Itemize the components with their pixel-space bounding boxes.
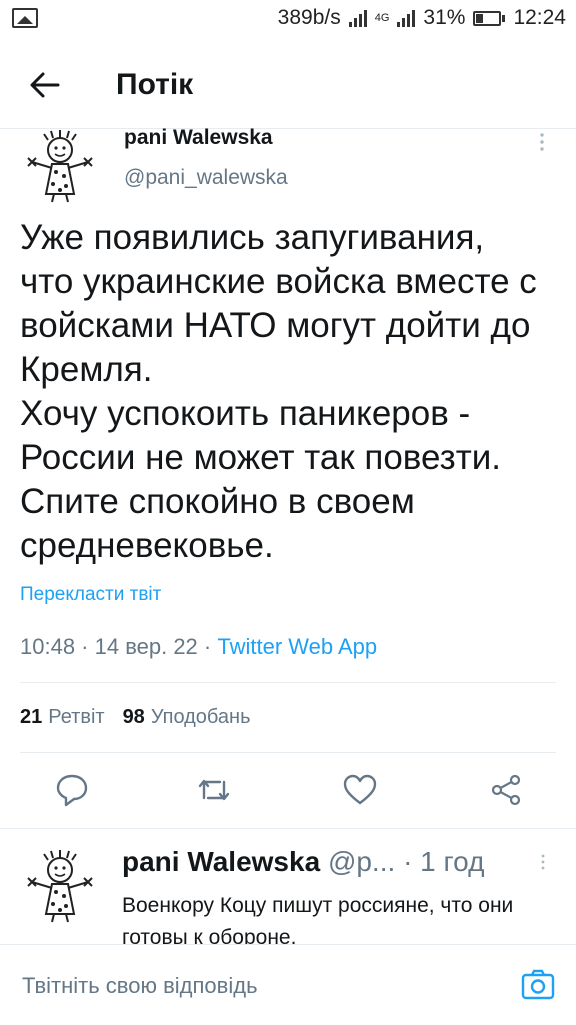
network-type: 4G xyxy=(374,12,390,24)
clock: 12:24 xyxy=(513,6,566,29)
reply-input-placeholder[interactable]: Твітніть свою відповідь xyxy=(22,973,258,999)
reply-composer[interactable]: Твітніть свою відповідь xyxy=(0,944,576,1025)
back-arrow-icon[interactable] xyxy=(28,68,62,102)
page-title: Потік xyxy=(116,68,194,101)
reply-avatar[interactable] xyxy=(22,848,98,924)
network-speed: 389b/s xyxy=(277,6,341,29)
more-icon[interactable] xyxy=(538,132,546,152)
battery-percent: 31% xyxy=(423,6,466,29)
reply-time: · 1 год xyxy=(403,846,485,877)
top-bar: Потік xyxy=(0,40,576,129)
signal-icon-2 xyxy=(397,9,416,27)
retweets-stat[interactable]: 21 Ретвіт xyxy=(20,706,105,728)
avatar[interactable] xyxy=(22,128,98,204)
reply-header: pani Walewska @p... · 1 год xyxy=(122,846,484,878)
like-icon[interactable] xyxy=(342,772,378,808)
translate-link[interactable]: Перекласти твіт xyxy=(20,584,161,606)
likes-stat[interactable]: 98 Уподобань xyxy=(123,706,251,728)
likes-count: 98 xyxy=(122,706,145,728)
share-icon[interactable] xyxy=(488,772,524,808)
reply-author-handle[interactable]: @p... xyxy=(328,846,395,877)
retweets-count: 21 xyxy=(20,706,43,728)
retweet-icon[interactable] xyxy=(196,772,232,808)
reply-icon[interactable] xyxy=(54,772,90,808)
tweet-stats: 21 Ретвіт 98 Уподобань xyxy=(20,706,251,729)
reply-more-icon[interactable] xyxy=(540,854,546,870)
camera-icon[interactable] xyxy=(520,967,556,1003)
divider xyxy=(20,682,556,683)
timestamp: 10:48 · 14 вер. 22 · xyxy=(20,634,218,659)
battery-icon xyxy=(473,10,506,26)
signal-icon xyxy=(348,9,367,27)
status-bar: 389b/s 4G 31% 12:24 xyxy=(0,0,576,40)
source-link[interactable]: Twitter Web App xyxy=(217,634,377,659)
divider xyxy=(0,828,576,829)
retweets-label: Ретвіт xyxy=(48,706,105,728)
image-notification-icon xyxy=(12,8,38,28)
author-name[interactable]: pani Walewska xyxy=(124,126,273,150)
divider xyxy=(20,752,556,753)
tweet-meta: 10:48 · 14 вер. 22 · Twitter Web App xyxy=(20,634,377,660)
reply-author-name[interactable]: pani Walewska xyxy=(122,846,320,877)
author-handle[interactable]: @pani_walewska xyxy=(124,166,288,190)
tweet-text: Уже появились запугивания, что украински… xyxy=(20,218,537,565)
likes-label: Уподобань xyxy=(150,706,251,728)
reply-text: Военкору Коцу пишут россияне, что они го… xyxy=(122,894,514,944)
